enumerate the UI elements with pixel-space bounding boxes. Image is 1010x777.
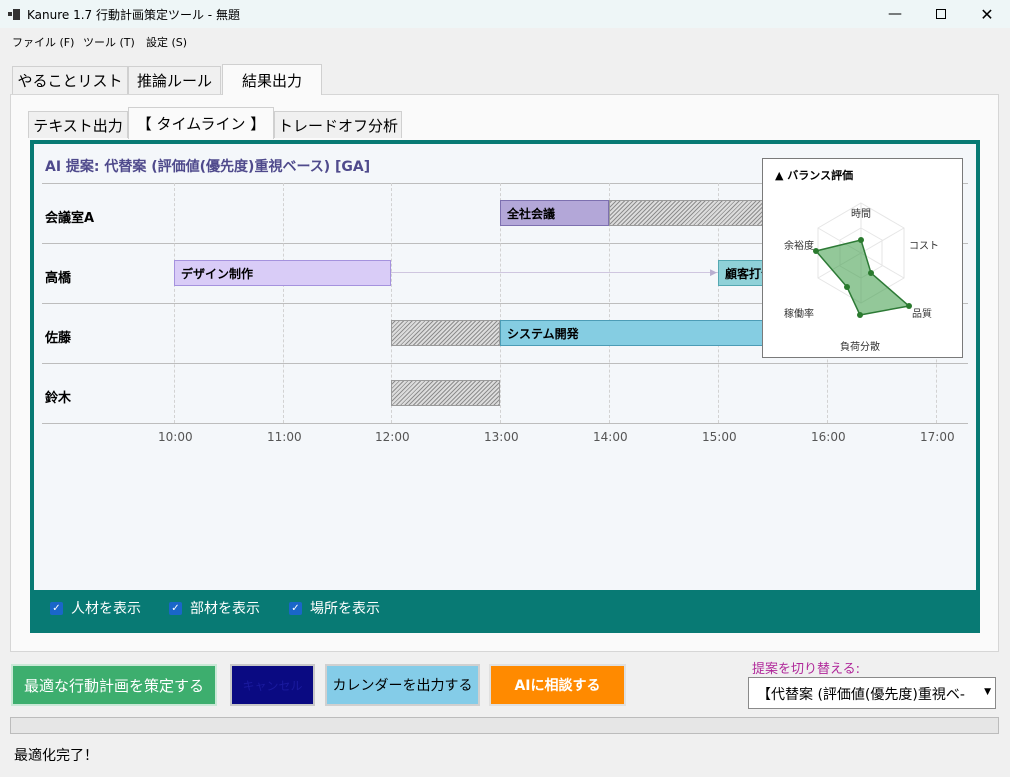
radar-chart xyxy=(813,202,912,318)
row-label-takahashi: 高橋 xyxy=(45,271,72,286)
menu-settings[interactable]: 設定 (S) xyxy=(146,34,187,50)
radar-axis-label: 時間 xyxy=(851,209,871,220)
menu-bar: ファイル (F) ツール (T) 設定 (S) xyxy=(0,28,1010,52)
row-label-meeting-room-a: 会議室A xyxy=(45,211,95,226)
radar-axis-label: 負荷分散 xyxy=(840,342,880,353)
tab-text-output[interactable]: テキスト出力 xyxy=(28,111,128,138)
chevron-down-icon: ▼ xyxy=(981,687,991,697)
tick-label: 10:00 xyxy=(158,430,193,444)
row-label-sato: 佐藤 xyxy=(45,331,72,346)
radar-axis-label: 品質 xyxy=(912,309,932,320)
tick-label: 15:00 xyxy=(702,430,737,444)
close-button[interactable]: ✕ xyxy=(964,0,1010,28)
show-places-checkbox[interactable]: ✓ 場所を表示 xyxy=(289,598,380,618)
maximize-button[interactable] xyxy=(918,0,964,28)
tick-label: 16:00 xyxy=(811,430,846,444)
menu-file[interactable]: ファイル (F) xyxy=(12,34,74,50)
task-bar[interactable]: デザイン制作 xyxy=(174,260,391,286)
checkbox-checked-icon: ✓ xyxy=(169,601,182,615)
tab-timeline[interactable]: 【 タイムライン 】 xyxy=(128,107,274,139)
checkbox-checked-icon: ✓ xyxy=(289,601,302,615)
app-icon xyxy=(8,8,20,20)
window-title: Kanure 1.7 行動計画策定ツール - 無題 xyxy=(27,8,240,22)
radar-axis-label: 余裕度 xyxy=(784,241,814,252)
tab-results-output[interactable]: 結果出力 xyxy=(222,64,322,95)
progress-bar xyxy=(10,717,999,734)
consult-ai-button[interactable]: AIに相談する xyxy=(489,664,626,706)
cancel-button[interactable]: キャンセル xyxy=(230,664,315,706)
optimize-plan-button[interactable]: 最適な行動計画を策定する xyxy=(11,664,217,706)
proposal-select[interactable]: 【代替案 (評価値(優先度)重視ベ- ▼ xyxy=(748,677,996,709)
tab-inference-rules[interactable]: 推論ルール xyxy=(128,66,221,94)
radar-axis-label: 稼働率 xyxy=(784,309,814,320)
task-bar[interactable]: 全社会議 xyxy=(500,200,609,226)
row-label-suzuki: 鈴木 xyxy=(45,391,72,406)
grid-line xyxy=(283,183,284,423)
tab-todo-list[interactable]: やることリスト xyxy=(12,66,128,94)
row-divider xyxy=(42,423,968,424)
unavailable-block xyxy=(391,380,500,406)
dependency-arrow-icon: ▶ xyxy=(710,268,717,278)
tick-label: 11:00 xyxy=(267,430,302,444)
minimize-button[interactable]: — xyxy=(872,0,918,28)
dependency-line xyxy=(391,272,718,273)
checkbox-checked-icon: ✓ xyxy=(50,601,63,615)
show-people-checkbox[interactable]: ✓ 人材を表示 xyxy=(50,598,141,618)
row-divider xyxy=(42,363,968,364)
proposal-switch-label: 提案を切り替える: xyxy=(752,662,860,677)
grid-line xyxy=(174,183,175,423)
tick-label: 12:00 xyxy=(375,430,410,444)
tab-tradeoff-analysis[interactable]: トレードオフ分析 xyxy=(274,111,402,138)
status-text: 最適化完了！ xyxy=(14,748,98,764)
menu-tools[interactable]: ツール (T) xyxy=(83,34,135,50)
export-calendar-button[interactable]: カレンダーを出力する xyxy=(325,664,480,706)
tick-label: 14:00 xyxy=(593,430,628,444)
tick-label: 17:00 xyxy=(920,430,955,444)
radar-polygon xyxy=(814,239,911,316)
radar-title: ▲ バランス評価 xyxy=(775,169,854,182)
show-materials-checkbox[interactable]: ✓ 部材を表示 xyxy=(169,598,260,618)
radar-axis-label: コスト xyxy=(909,241,939,252)
unavailable-block xyxy=(391,320,500,346)
timeline-title: AI 提案: 代替案 (評価値(優先度)重視ベース) [GA] xyxy=(45,159,371,175)
tick-label: 13:00 xyxy=(484,430,519,444)
title-bar: Kanure 1.7 行動計画策定ツール - 無題 — ✕ xyxy=(0,0,1010,28)
balance-radar-panel: ▲ バランス評価 時間 コスト 品質 負荷分散 稼働率 余裕度 xyxy=(762,158,963,358)
